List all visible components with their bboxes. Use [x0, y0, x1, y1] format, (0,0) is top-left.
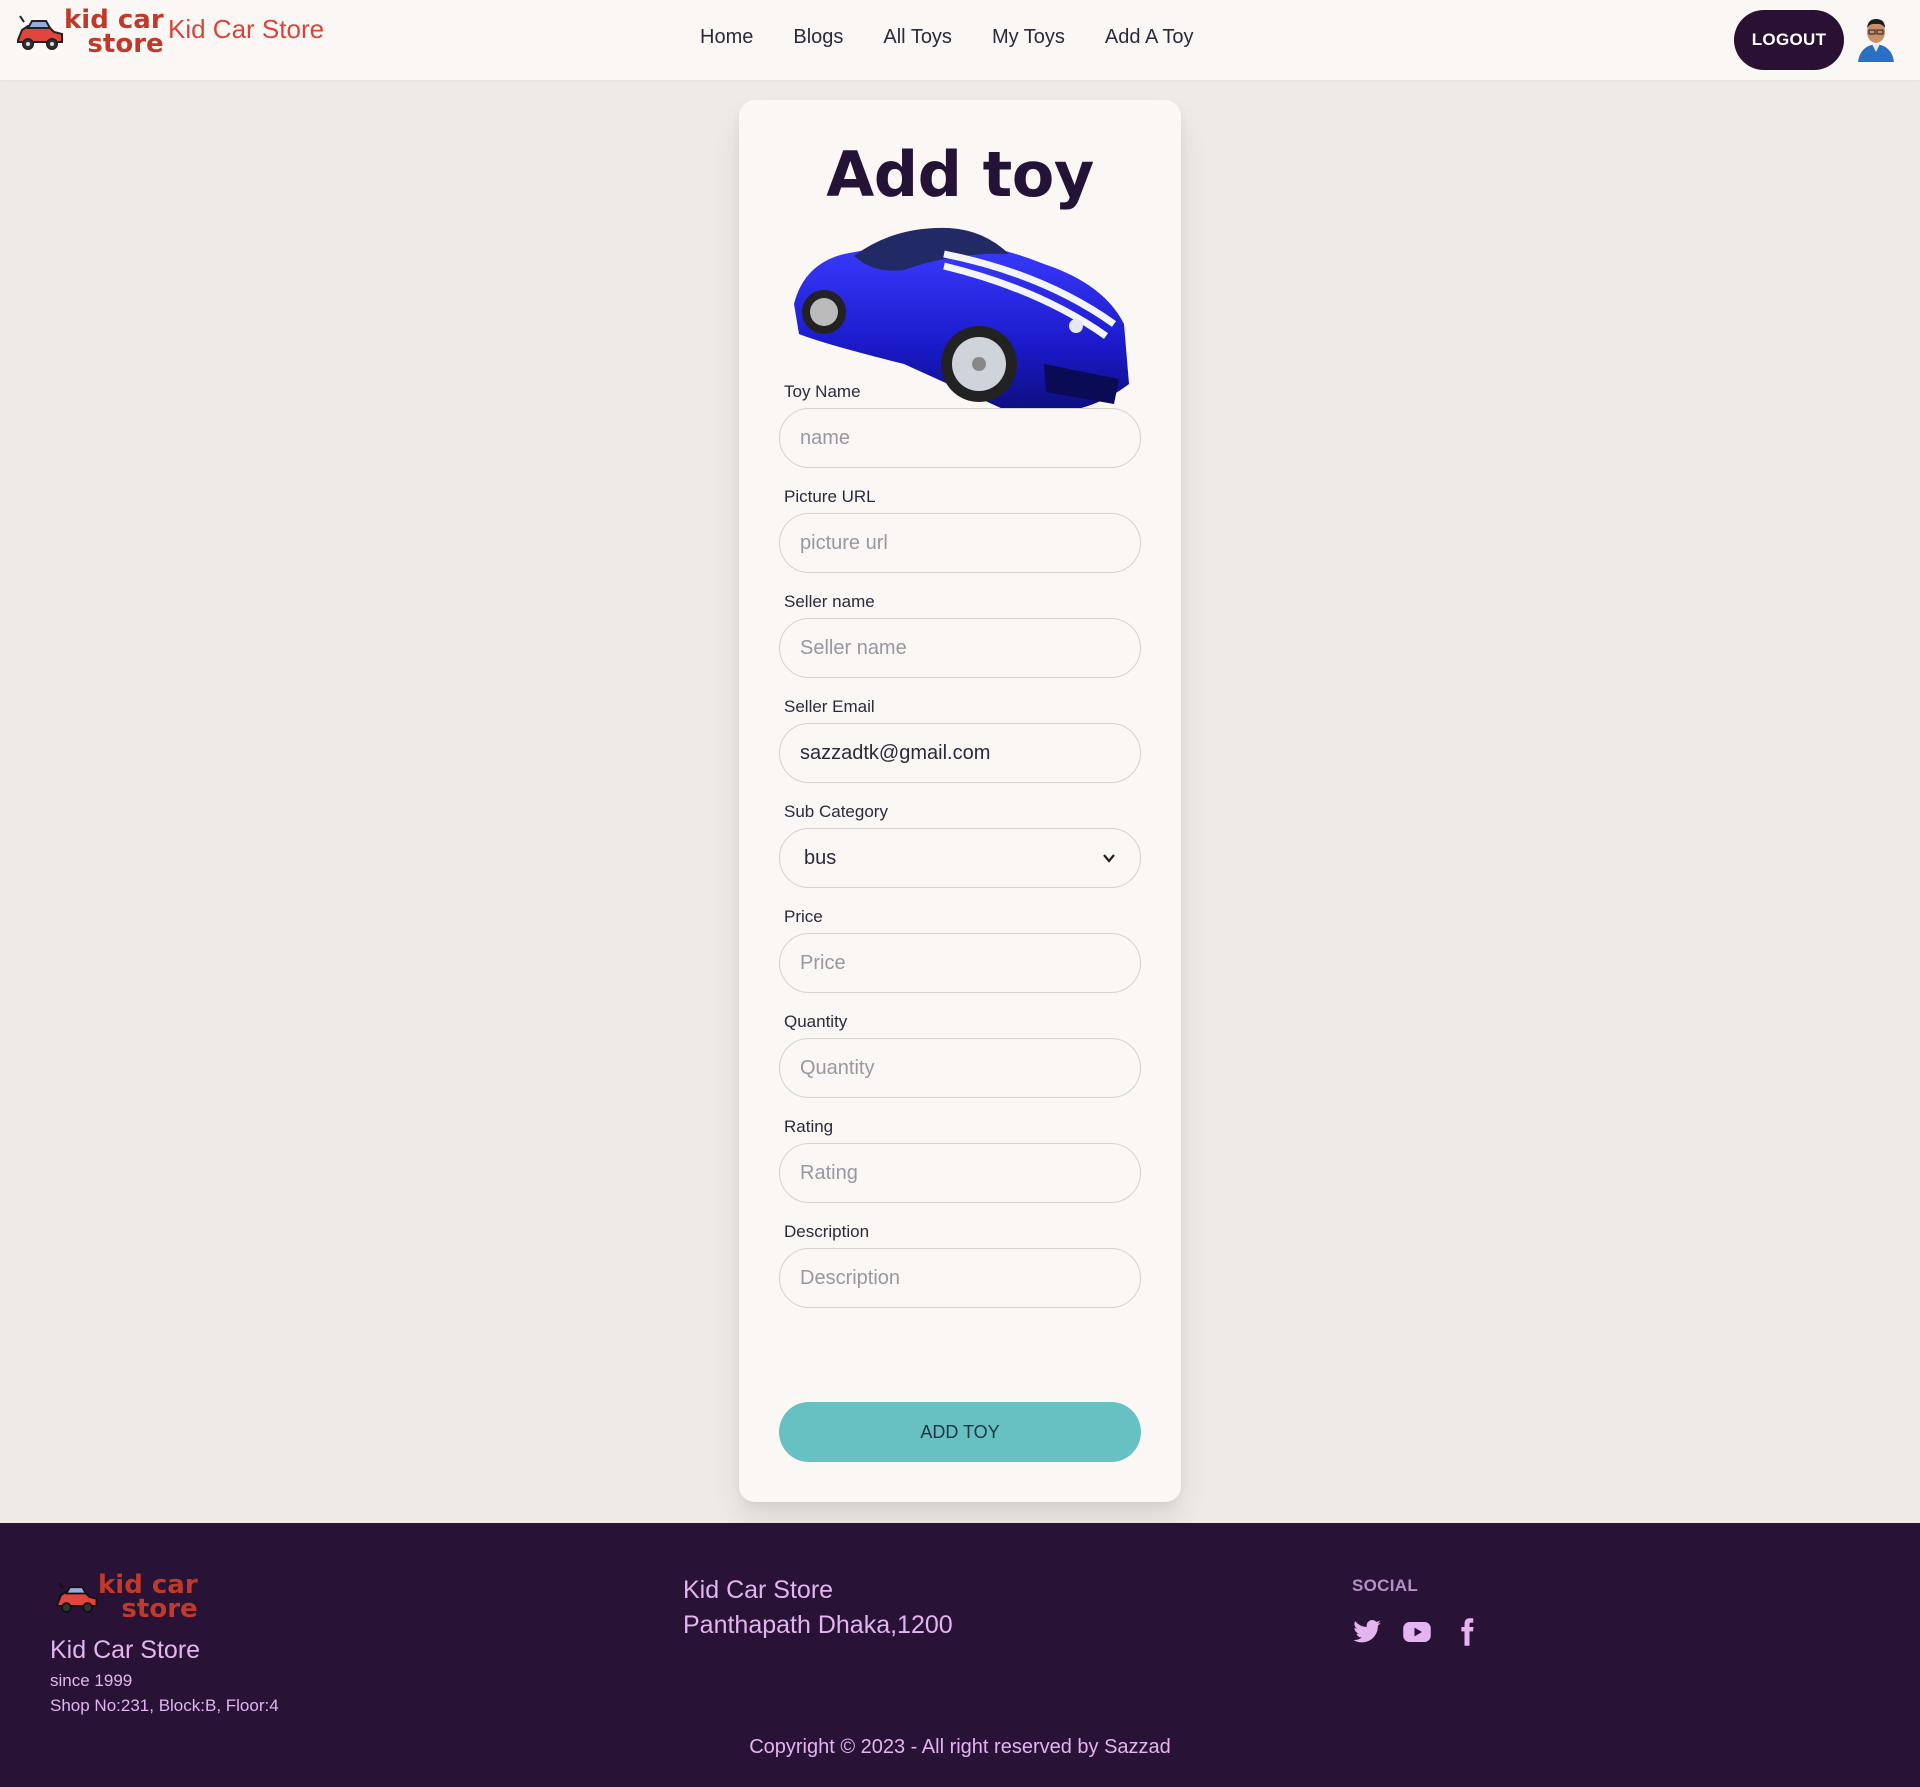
sub-category-label: Sub Category — [784, 802, 888, 821]
sub-category-value: bus — [804, 846, 837, 869]
quantity-input[interactable] — [779, 1038, 1141, 1098]
footer-address: Shop No:231, Block:B, Floor:4 — [50, 1696, 279, 1715]
quantity-label: Quantity — [784, 1012, 848, 1031]
youtube-icon[interactable] — [1402, 1617, 1432, 1647]
toy-name-input[interactable] — [779, 408, 1141, 468]
facebook-icon[interactable] — [1452, 1617, 1482, 1647]
footer-logo-text: kid car store — [98, 1572, 198, 1624]
toy-car-logo-icon — [17, 15, 63, 50]
add-toy-button[interactable]: ADD TOY — [779, 1402, 1141, 1462]
picture-url-input[interactable] — [779, 513, 1141, 573]
description-input[interactable] — [779, 1248, 1141, 1308]
twitter-icon[interactable] — [1352, 1617, 1382, 1647]
rating-label: Rating — [784, 1117, 834, 1136]
logout-button[interactable]: LOGOUT — [1734, 10, 1844, 70]
footer-brand-name: Kid Car Store — [50, 1636, 201, 1664]
social-title: SOCIAL — [1352, 1576, 1419, 1595]
social-icons — [1352, 1617, 1502, 1647]
nav-link-blogs[interactable]: Blogs — [793, 26, 843, 49]
seller-name-label: Seller name — [784, 592, 875, 611]
copyright-text: Copyright © 2023 - All right reserved by… — [749, 1736, 1171, 1758]
chevron-down-icon — [1103, 854, 1115, 863]
footer-store-name: Kid Car Store — [683, 1576, 834, 1604]
footer-logo-line2: store — [121, 1594, 198, 1624]
seller-name-input[interactable] — [779, 618, 1141, 678]
brand-logo[interactable]: kid car store — [14, 7, 164, 59]
nav-link-my-toys[interactable]: My Toys — [992, 26, 1065, 49]
nav-link-add-a-toy[interactable]: Add A Toy — [1105, 26, 1194, 49]
rating-input[interactable] — [779, 1143, 1141, 1203]
description-label: Description — [784, 1222, 870, 1241]
sub-category-select[interactable]: bus — [779, 828, 1141, 888]
main-nav: Home Blogs All Toys My Toys Add A Toy — [700, 26, 1234, 49]
logo[interactable]: kid car store — [14, 7, 164, 59]
footer-store-address: Panthapath Dhaka,1200 — [683, 1611, 953, 1639]
toy-name-label: Toy Name — [784, 382, 861, 401]
price-label: Price — [784, 907, 823, 926]
seller-email-label: Seller Email — [784, 697, 875, 716]
add-toy-card: Add toy Toy Name Picture URL Seller name… — [739, 100, 1181, 1502]
footer: kid car store Kid Car Store since 1999 S… — [0, 1523, 1920, 1787]
navbar: kid car store Kid Car Store Home Blogs A… — [0, 0, 1920, 80]
footer-logo[interactable]: kid car store — [54, 1572, 198, 1624]
price-input[interactable] — [779, 933, 1141, 993]
toy-car-logo-icon — [56, 1582, 98, 1613]
logo-line2: store — [87, 29, 164, 59]
seller-email-input[interactable] — [779, 723, 1141, 783]
nav-link-all-toys[interactable]: All Toys — [883, 26, 952, 49]
page-title: Add toy — [826, 138, 1094, 211]
footer-since: since 1999 — [50, 1671, 133, 1690]
nav-link-home[interactable]: Home — [700, 26, 753, 49]
brand-name[interactable]: Kid Car Store — [168, 14, 324, 45]
user-avatar[interactable] — [1856, 12, 1896, 62]
logo-text: kid car store — [64, 7, 164, 59]
picture-url-label: Picture URL — [784, 487, 876, 506]
